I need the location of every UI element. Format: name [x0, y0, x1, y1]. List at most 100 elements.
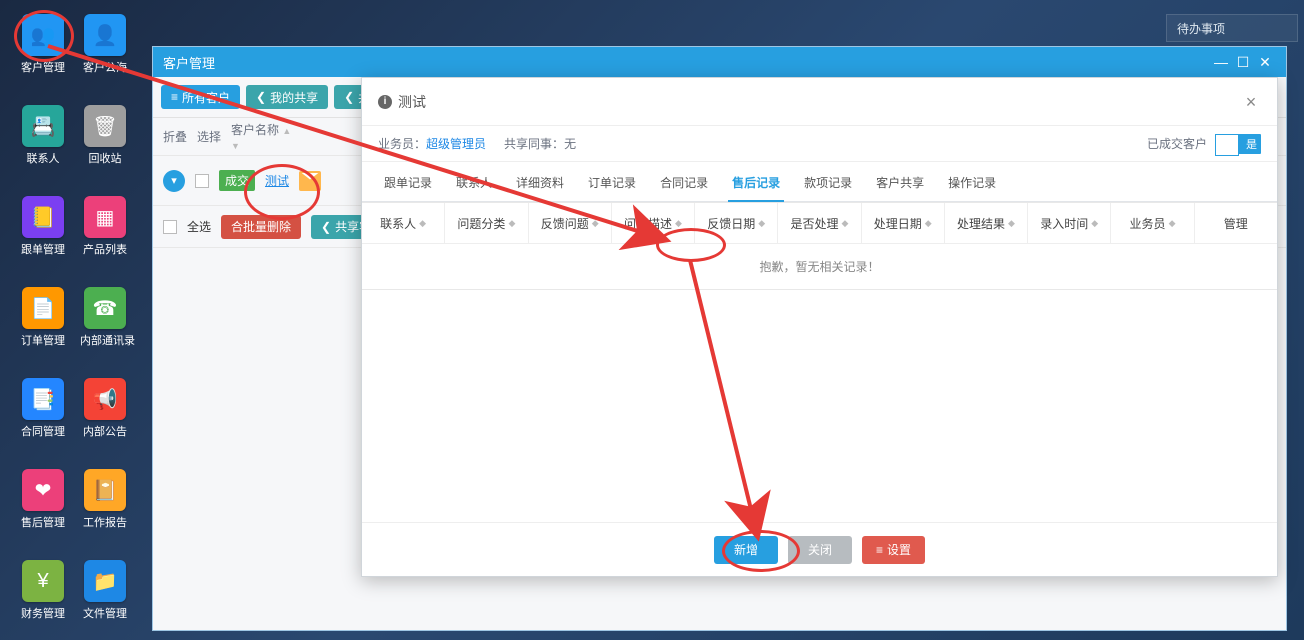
win2-header: i 测试 × [362, 78, 1277, 126]
annotation-circle [14, 10, 74, 62]
toggle-text: 是 [1246, 136, 1257, 152]
share-colleague-value: 无 [564, 135, 576, 152]
tab-5[interactable]: 售后记录 [720, 164, 792, 201]
desktop-icon-2[interactable]: 📇联系人 [18, 105, 68, 166]
sort-icon: ◆ [758, 220, 765, 226]
select-header[interactable]: 选择 [197, 128, 221, 145]
staff-label: 业务员： [378, 135, 426, 152]
empty-message: 抱歉，暂无相关记录！ [362, 243, 1277, 289]
list-icon: ≡ [171, 90, 178, 104]
app-icon: 🗑 [92, 114, 117, 139]
desktop-icon-1[interactable]: 👤 客户公海 [80, 14, 130, 75]
desktop-icon-7[interactable]: ☎内部通讯录 [80, 287, 130, 348]
col-header[interactable]: 处理结果◆ [945, 203, 1028, 243]
sort-icon: ◆ [592, 220, 599, 226]
share-colleague-label: 共享同事： [504, 135, 564, 152]
app-icon: 📁 [93, 569, 118, 594]
select-all-checkbox[interactable] [163, 220, 177, 234]
annotation-circle [722, 530, 800, 572]
row-checkbox[interactable] [195, 174, 209, 188]
app-icon: ❤ [35, 478, 52, 503]
desktop-icon-4[interactable]: 📒 跟单管理 [18, 196, 68, 257]
desktop-icon-8[interactable]: 📑 合同管理 [18, 378, 68, 439]
annotation-circle [244, 164, 320, 220]
todo-panel: 待办事项 [1166, 14, 1298, 42]
expand-icon[interactable]: ▾ [163, 170, 185, 192]
table-header-row: 联系人◆问题分类◆反馈问题◆问题描述◆反馈日期◆是否处理◆处理日期◆处理结果◆录… [362, 203, 1277, 243]
detail-tabs: 跟单记录联系人详细资料订单记录合同记录售后记录款项记录客户共享操作记录 [362, 162, 1277, 202]
settings-button[interactable]: ≡ 设置 [862, 536, 925, 564]
col-header[interactable]: 是否处理◆ [778, 203, 861, 243]
col-header[interactable]: 反馈问题◆ [529, 203, 612, 243]
col-header[interactable]: 联系人◆ [362, 203, 445, 243]
desktop-icon-12[interactable]: ¥ 财务管理 [18, 560, 68, 621]
tab-2[interactable]: 详细资料 [504, 164, 576, 201]
fold-header[interactable]: 折叠 [163, 128, 187, 145]
col-header[interactable]: 管理 [1195, 203, 1277, 243]
app-icon: ☎ [93, 296, 118, 321]
deal-customer-label: 已成交客户 [1147, 135, 1207, 152]
sort-icon: ◆ [1091, 220, 1098, 226]
minimize-icon[interactable]: — [1210, 54, 1232, 70]
deal-toggle[interactable]: 是 [1215, 134, 1261, 154]
desktop-icon-label: 文件管理 [80, 605, 130, 621]
desktop-icon-6[interactable]: 📄 订单管理 [18, 287, 68, 348]
app-icon: 📑 [31, 387, 56, 412]
app-icon: 📒 [31, 205, 56, 230]
col-header[interactable]: 问题分类◆ [445, 203, 528, 243]
close-icon[interactable]: × [1241, 92, 1261, 112]
todo-label: 待办事项 [1177, 20, 1225, 37]
records-table: 联系人◆问题分类◆反馈问题◆问题描述◆反馈日期◆是否处理◆处理日期◆处理结果◆录… [362, 202, 1277, 290]
sort-icon: ◆ [675, 220, 682, 226]
share-icon: ❮ [321, 220, 331, 234]
my-share-button[interactable]: ❮ 我的共享 [246, 85, 328, 109]
app-icon: 📇 [31, 114, 56, 139]
sort-icon: ◆ [842, 220, 849, 226]
name-header[interactable]: 客户名称 ▲▼ [231, 121, 291, 152]
desktop-icon-9[interactable]: 📢内部公告 [80, 378, 130, 439]
maximize-icon[interactable]: ☐ [1232, 54, 1254, 71]
tab-4[interactable]: 合同记录 [648, 164, 720, 201]
sort-icon: ◆ [508, 220, 515, 226]
sort-icon: ◆ [419, 220, 426, 226]
annotation-circle [656, 228, 726, 262]
tab-6[interactable]: 款项记录 [792, 164, 864, 201]
col-header[interactable]: 处理日期◆ [862, 203, 945, 243]
desktop-icon-label: 客户公海 [80, 59, 130, 75]
app-icon: 📔 [93, 478, 118, 503]
all-customers-button[interactable]: ≡ 所有客户 [161, 85, 240, 109]
share-icon: ❮ [344, 90, 354, 104]
win2-subheader: 业务员： 超级管理员 共享同事： 无 已成交客户 是 [362, 126, 1277, 162]
desktop-icon-10[interactable]: ❤售后管理 [18, 469, 68, 530]
desktop-icon-label: 产品列表 [80, 241, 130, 257]
app-icon: 📄 [31, 296, 56, 321]
col-header[interactable]: 录入时间◆ [1028, 203, 1111, 243]
desktop-icon-label: 回收站 [80, 150, 130, 166]
my-share-label: 我的共享 [270, 89, 318, 106]
tab-8[interactable]: 操作记录 [936, 164, 1008, 201]
sort-icon: ◆ [1008, 220, 1015, 226]
all-customers-label: 所有客户 [182, 89, 230, 106]
desktop-icon-label: 合同管理 [18, 423, 68, 439]
col-header[interactable]: 业务员◆ [1111, 203, 1194, 243]
desktop-icon-5[interactable]: ▦ 产品列表 [80, 196, 130, 257]
share-icon: ❮ [256, 90, 266, 104]
app-icon: ¥ [37, 570, 48, 593]
desktop-icon-11[interactable]: 📔工作报告 [80, 469, 130, 530]
tab-0[interactable]: 跟单记录 [372, 164, 444, 201]
desktop-icon-13[interactable]: 📁 文件管理 [80, 560, 130, 621]
tab-3[interactable]: 订单记录 [576, 164, 648, 201]
staff-value[interactable]: 超级管理员 [426, 135, 486, 152]
tab-1[interactable]: 联系人 [444, 164, 504, 201]
tab-7[interactable]: 客户共享 [864, 164, 936, 201]
desktop-icon-label: 财务管理 [18, 605, 68, 621]
select-all-label: 全选 [187, 218, 211, 235]
window-customer-detail: i 测试 × 业务员： 超级管理员 共享同事： 无 已成交客户 是 跟单记录联系… [361, 77, 1278, 577]
app-icon: 📢 [93, 387, 118, 412]
desktop-icon-3[interactable]: 🗑 回收站 [80, 105, 130, 166]
app-icon: 👤 [93, 23, 118, 48]
app-icon: ▦ [96, 205, 115, 230]
close-icon[interactable]: ✕ [1254, 54, 1276, 71]
desktop-icon-label: 跟单管理 [18, 241, 68, 257]
desktop-icon-label: 订单管理 [18, 332, 68, 348]
